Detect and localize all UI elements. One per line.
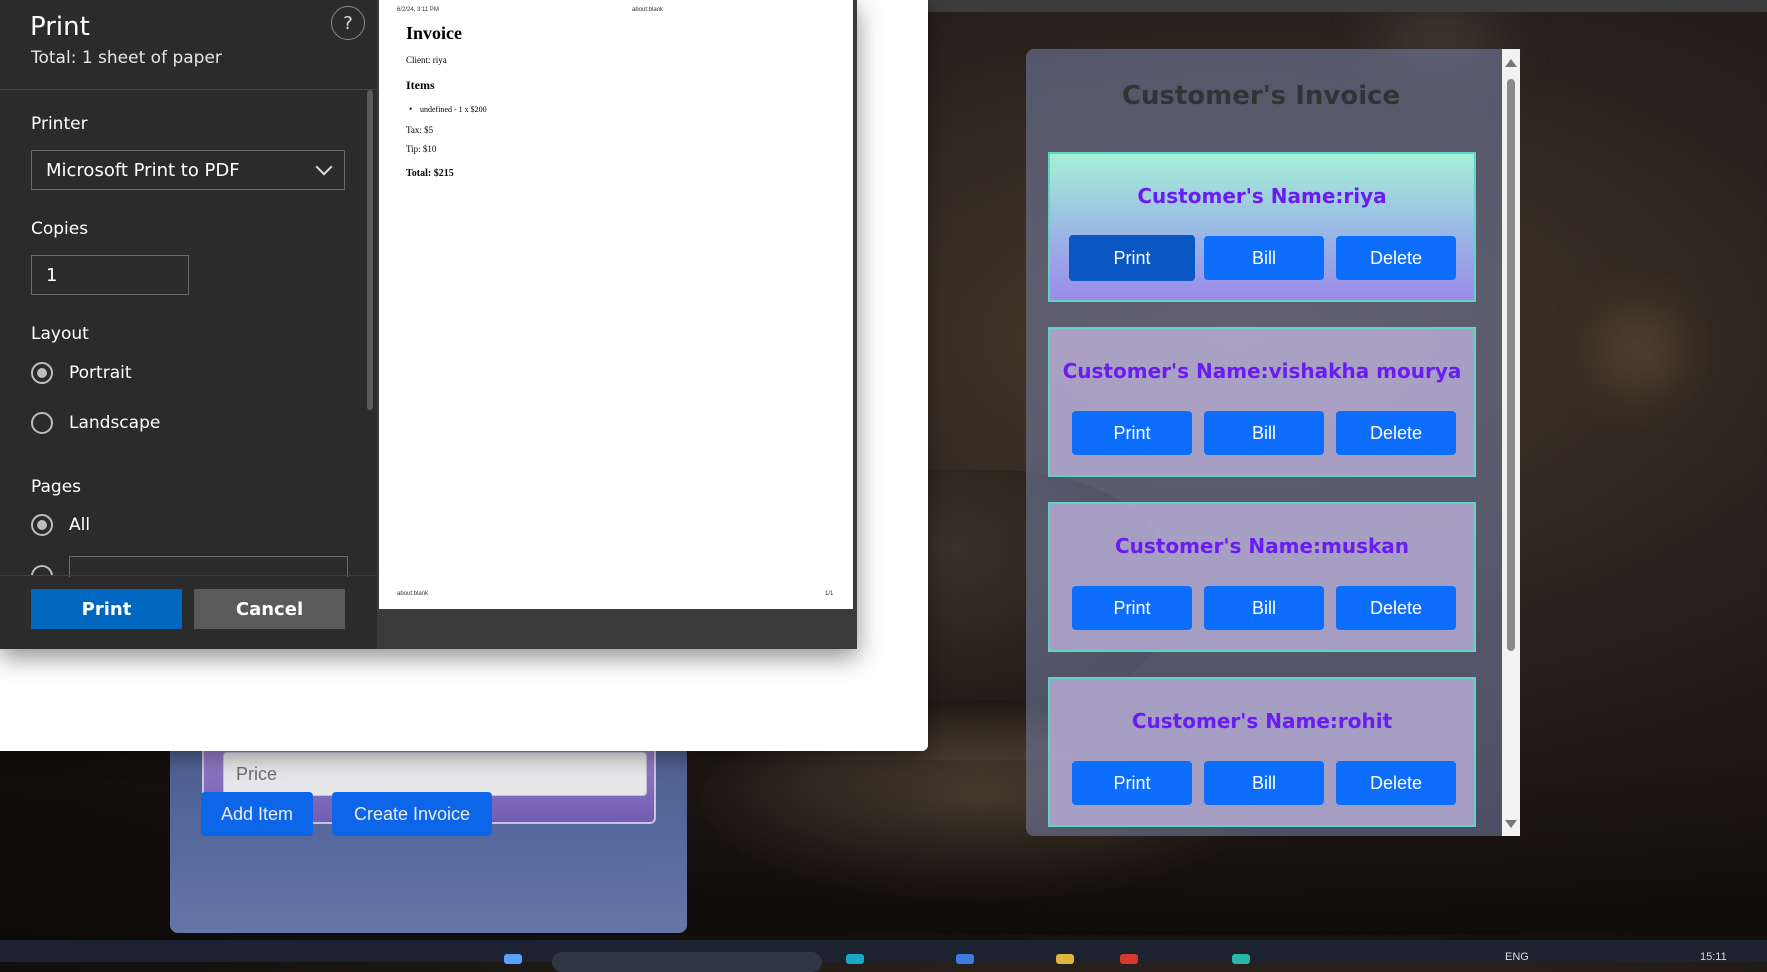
dialog-cancel-button[interactable]: Cancel: [194, 589, 345, 629]
customer-card: Customer's Name:muskan Print Bill Delete: [1048, 502, 1476, 652]
app-icon[interactable]: [956, 954, 974, 964]
preview-footer-url: about:blank: [397, 591, 429, 597]
customer-card: Customer's Name:riya Print Bill Delete: [1048, 152, 1476, 302]
pages-label: Pages: [31, 477, 82, 497]
customer-card: Customer's Name:vishakha mourya Print Bi…: [1048, 327, 1476, 477]
printer-select[interactable]: Microsoft Print to PDF: [31, 150, 345, 190]
preview-client: Client: riya: [406, 55, 447, 65]
bill-button[interactable]: Bill: [1204, 411, 1324, 455]
app-icon[interactable]: [846, 954, 864, 964]
copies-input[interactable]: 1: [31, 255, 189, 295]
printer-value: Microsoft Print to PDF: [46, 159, 240, 181]
copies-label: Copies: [31, 219, 89, 239]
invoice-panel-scrollbar[interactable]: [1502, 49, 1520, 836]
print-button[interactable]: Print: [1072, 586, 1192, 630]
landscape-radio[interactable]: [31, 412, 53, 434]
delete-button[interactable]: Delete: [1336, 236, 1456, 280]
customer-invoice-panel: Customer's Invoice Customer's Name:riya …: [1026, 49, 1520, 836]
sheet-count: Total: 1 sheet of paper: [31, 48, 222, 68]
add-item-button[interactable]: Add Item: [201, 792, 313, 836]
chevron-down-icon: [315, 158, 333, 176]
all-pages-radio[interactable]: [31, 514, 53, 536]
preview-footer-page: 1/1: [825, 591, 834, 597]
language-indicator[interactable]: ENG: [1505, 951, 1529, 963]
print-button[interactable]: Print: [1072, 761, 1192, 805]
portrait-radio[interactable]: [31, 362, 53, 384]
customer-name: Customer's Name:rohit: [1131, 709, 1393, 733]
print-settings-pane: Print Total: 1 sheet of paper ? Printer …: [0, 0, 377, 649]
customer-card: Customer's Name:rohit Print Bill Delete: [1048, 677, 1476, 827]
start-icon[interactable]: [504, 954, 522, 964]
price-input[interactable]: [223, 752, 647, 796]
custom-pages-input[interactable]: [69, 556, 348, 577]
preview-heading: Invoice: [406, 23, 462, 43]
all-pages-label: All: [69, 515, 91, 535]
layout-label: Layout: [31, 324, 89, 344]
help-icon[interactable]: ?: [331, 6, 365, 40]
bill-button[interactable]: Bill: [1204, 236, 1324, 280]
delete-button[interactable]: Delete: [1336, 761, 1456, 805]
taskbar-search[interactable]: [552, 952, 822, 972]
portrait-label: Portrait: [69, 363, 132, 383]
preview-header-url: about:blank: [632, 7, 664, 13]
customer-name: Customer's Name:muskan: [1114, 534, 1410, 558]
preview-tip: Tip: $10: [406, 144, 437, 154]
background-light: [1610, 320, 1670, 380]
clock[interactable]: 15:11: [1700, 951, 1727, 963]
scroll-thumb[interactable]: [1507, 79, 1515, 651]
copies-value: 1: [46, 264, 58, 286]
delete-button[interactable]: Delete: [1336, 411, 1456, 455]
preview-item: undefined - 1 x $200: [409, 104, 487, 114]
scroll-down-arrow-icon[interactable]: [1505, 820, 1517, 828]
preview-items-heading: Items: [406, 78, 435, 92]
printer-label: Printer: [31, 114, 88, 134]
print-preview-page: 6/2/24, 3:11 PM about:blank Invoice Clie…: [379, 0, 853, 609]
app-icon[interactable]: [1056, 954, 1074, 964]
dialog-print-button[interactable]: Print: [31, 589, 182, 629]
print-dialog-title: Print: [30, 12, 90, 42]
app-icon[interactable]: [1232, 954, 1250, 964]
customer-name: Customer's Name:vishakha mourya: [1062, 359, 1462, 383]
delete-button[interactable]: Delete: [1336, 586, 1456, 630]
preview-total: Total: $215: [406, 168, 454, 179]
print-button[interactable]: Print: [1069, 235, 1195, 281]
settings-scrollbar[interactable]: [367, 90, 373, 410]
scroll-up-arrow-icon[interactable]: [1505, 59, 1517, 67]
app-icon[interactable]: [1120, 954, 1138, 964]
browser-top-strip: [928, 0, 1767, 12]
divider: [0, 89, 377, 90]
customer-name: Customer's Name:riya: [1137, 184, 1387, 208]
print-button[interactable]: Print: [1072, 411, 1192, 455]
bill-button[interactable]: Bill: [1204, 586, 1324, 630]
taskbar: [0, 940, 1767, 962]
print-dialog: Print Total: 1 sheet of paper ? Printer …: [0, 0, 857, 649]
preview-header-date: 6/2/24, 3:11 PM: [397, 7, 439, 13]
customer-invoice-title: Customer's Invoice: [1121, 81, 1401, 111]
divider: [0, 575, 377, 576]
preview-tax: Tax: $5: [406, 125, 434, 135]
create-invoice-button[interactable]: Create Invoice: [332, 792, 492, 836]
landscape-label: Landscape: [69, 413, 161, 433]
bill-button[interactable]: Bill: [1204, 761, 1324, 805]
